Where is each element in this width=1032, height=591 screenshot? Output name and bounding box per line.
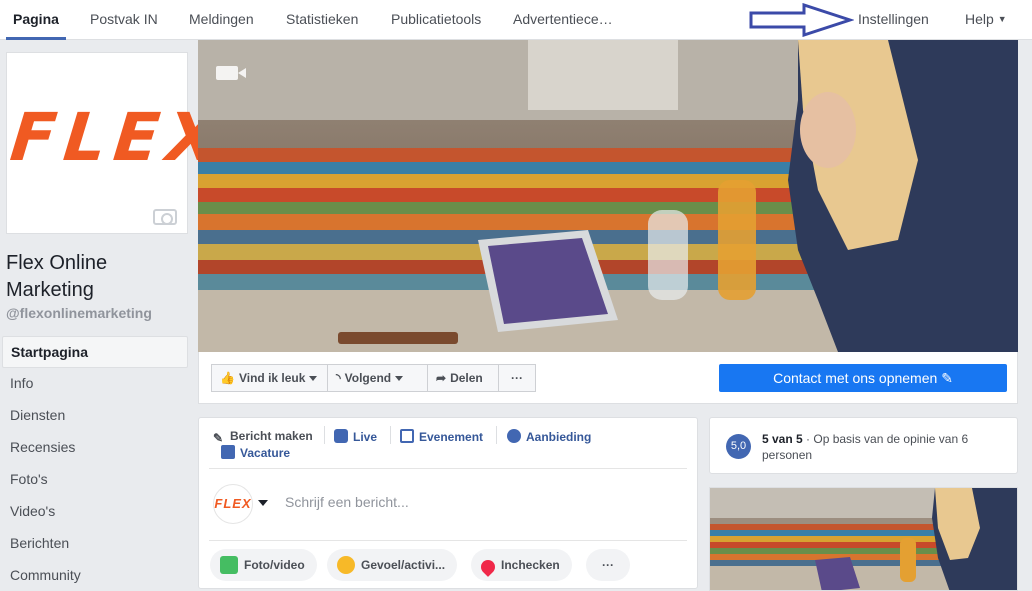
divider <box>324 426 325 444</box>
caret-down-icon[interactable] <box>258 500 268 506</box>
caret-down-icon: ▼ <box>997 14 1007 24</box>
contact-button[interactable]: Contact met ons opnemen ✎ <box>719 364 1007 392</box>
sidebar-item-startpagina[interactable]: Startpagina <box>2 336 188 368</box>
avatar[interactable]: FLEX <box>213 484 253 524</box>
rating-text: 5 van 5 · Op basis van de opinie van 6 p… <box>762 431 1002 463</box>
live-option[interactable]: Live <box>334 429 377 444</box>
check-in-button[interactable]: Inchecken <box>471 549 572 581</box>
divider <box>390 426 391 444</box>
sidebar-item-recensies[interactable]: Recensies <box>2 432 188 464</box>
help-label: Help <box>965 11 994 27</box>
create-post-label: Bericht maken <box>230 429 313 443</box>
sidebar-item-diensten[interactable]: Diensten <box>2 400 188 432</box>
tab-meldingen[interactable]: Meldingen <box>189 0 254 40</box>
job-option[interactable]: Vacature <box>221 445 290 460</box>
sidebar-item-info[interactable]: Info <box>2 368 188 400</box>
video-camera-icon[interactable] <box>216 66 246 80</box>
contact-label: Contact met ons opnemen <box>773 370 938 386</box>
location-pin-icon <box>478 557 498 577</box>
divider <box>209 468 687 469</box>
flex-logo: FLEX <box>6 99 231 176</box>
tab-statistieken[interactable]: Statistieken <box>286 0 358 40</box>
more-options-button[interactable]: ··· <box>498 364 536 392</box>
live-label: Live <box>353 430 378 444</box>
caret-down-icon <box>395 376 404 381</box>
share-arrow-icon: ➦ <box>436 371 447 385</box>
tab-pagina[interactable]: Pagina <box>6 0 66 40</box>
offer-label: Aanbieding <box>526 430 592 444</box>
smiley-icon <box>337 556 355 574</box>
follow-label: Volgend <box>344 371 392 385</box>
sidebar-item-videos[interactable]: Video's <box>2 496 188 528</box>
feeling-activity-button[interactable]: Gevoel/activi... <box>327 549 458 581</box>
camera-icon[interactable] <box>153 209 177 225</box>
page-action-bar: 👍 Vind ik leuk ◝ Volgend ➦ Delen ··· Contac… <box>198 352 1018 404</box>
page-handle[interactable]: @flexonlinemarketing <box>6 305 152 321</box>
photo-video-label: Foto/video <box>244 558 305 572</box>
share-label: Delen <box>450 371 483 385</box>
annotation-arrow-icon <box>749 3 854 37</box>
tab-postvak-in[interactable]: Postvak IN <box>90 0 158 40</box>
tab-help[interactable]: Help ▼ <box>965 0 1007 40</box>
page-name[interactable]: Flex Online Marketing <box>6 250 186 304</box>
check-in-label: Inchecken <box>501 558 560 572</box>
live-video-icon <box>334 429 348 443</box>
more-options-button[interactable]: ··· <box>586 549 630 581</box>
pencil-icon: ✎ <box>212 431 224 445</box>
offer-option[interactable]: Aanbieding <box>507 429 591 444</box>
pencil-icon: ✎ <box>941 370 953 386</box>
tab-instellingen[interactable]: Instellingen <box>858 0 929 40</box>
tab-advertentiecentrum[interactable]: Advertentiece… <box>513 0 613 40</box>
profile-picture[interactable]: FLEX <box>6 52 231 234</box>
thumbs-up-icon: 👍 <box>220 371 235 385</box>
photo-thumbnail[interactable] <box>709 487 1018 591</box>
rating-badge: 5,0 <box>726 434 751 459</box>
thumbnail-image <box>710 488 1017 590</box>
sidebar-nav: Startpagina Info Diensten Recensies Foto… <box>2 336 188 591</box>
divider <box>209 540 687 541</box>
like-button[interactable]: 👍 Vind ik leuk <box>211 364 328 392</box>
post-composer: ✎ Bericht maken Live Evenement Aanbieding… <box>198 417 698 589</box>
photo-video-button[interactable]: Foto/video <box>210 549 317 581</box>
rating-summary[interactable]: 5,0 5 van 5 · Op basis van de opinie van… <box>709 417 1018 474</box>
sidebar-item-berichten[interactable]: Berichten <box>2 528 188 560</box>
percent-tag-icon <box>507 429 521 443</box>
event-option[interactable]: Evenement <box>400 429 483 444</box>
divider <box>496 426 497 444</box>
follow-button[interactable]: ◝ Volgend <box>327 364 428 392</box>
share-button[interactable]: ➦ Delen <box>427 364 499 392</box>
briefcase-icon <box>221 445 235 459</box>
rating-score: 5 van 5 <box>762 432 803 446</box>
like-label: Vind ik leuk <box>238 371 306 385</box>
feeling-activity-label: Gevoel/activi... <box>361 558 446 572</box>
sidebar-item-community[interactable]: Community <box>2 560 188 591</box>
event-label: Evenement <box>419 430 484 444</box>
top-navigation: Pagina Postvak IN Meldingen Statistieken… <box>0 0 1032 40</box>
cover-photo[interactable] <box>198 40 1018 352</box>
photo-icon <box>220 556 238 574</box>
rss-icon: ◝ <box>336 371 341 385</box>
tab-publicatietools[interactable]: Publicatietools <box>391 0 481 40</box>
calendar-icon <box>400 429 414 443</box>
post-input[interactable]: Schrijf een bericht... <box>285 494 409 510</box>
job-label: Vacature <box>240 446 291 460</box>
create-post-option[interactable]: ✎ Bericht maken <box>211 429 313 445</box>
cover-photo-image <box>198 40 1018 352</box>
sidebar-item-fotos[interactable]: Foto's <box>2 464 188 496</box>
caret-down-icon <box>309 376 318 381</box>
